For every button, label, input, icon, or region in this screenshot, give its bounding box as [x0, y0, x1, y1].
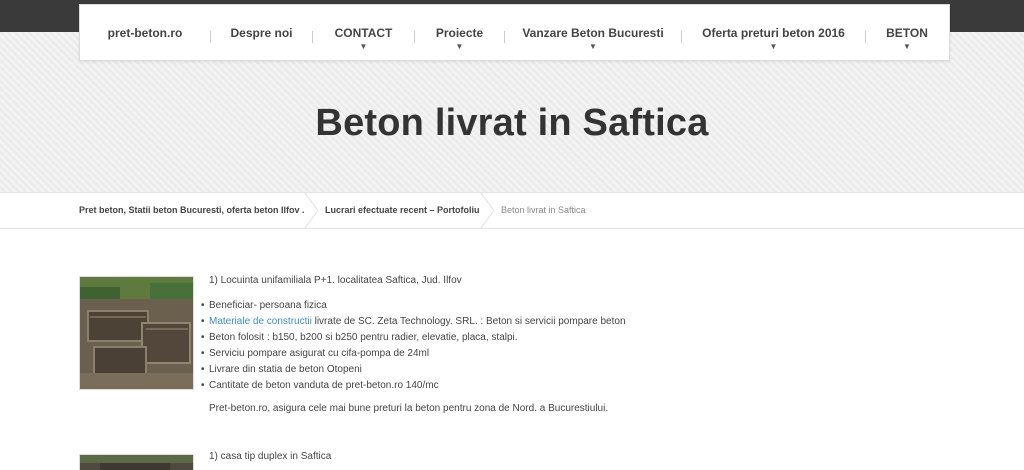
nav-item-label: CONTACT [334, 26, 393, 40]
nav-item-contact[interactable]: CONTACT ▼ [313, 5, 414, 60]
nav-item-label: BETON [886, 26, 928, 40]
breadcrumb: Pret beton, Statii beton Bucuresti, ofer… [0, 192, 1024, 229]
main-navigation: pret-beton.ro Despre noi CONTACT ▼ Proie… [79, 4, 950, 61]
breadcrumb-item-home[interactable]: Pret beton, Statii beton Bucuresti, ofer… [79, 205, 305, 215]
project-photo[interactable] [79, 276, 194, 390]
nav-item-label: Proiecte [435, 26, 484, 40]
nav-item-proiecte[interactable]: Proiecte ▼ [415, 5, 504, 60]
nav-item-home[interactable]: pret-beton.ro [80, 5, 210, 60]
list-item: Beneficiar- persoana fizica [201, 299, 626, 315]
list-item: Livrare din statia de beton Otopeni [201, 363, 626, 379]
list-item: Materiale de constructii livrate de SC. … [201, 315, 626, 331]
breadcrumb-separator-icon [303, 192, 319, 229]
nav-item-oferta-preturi[interactable]: Oferta preturi beton 2016 ▼ [682, 5, 865, 60]
materiale-constructii-link[interactable]: Materiale de constructii [209, 316, 312, 327]
list-item-text: Beton folosit : b150, b200 si b250 pentr… [209, 332, 518, 343]
project-heading: 1) Locuinta unifamiliala P+1. localitate… [209, 275, 462, 286]
nav-item-label: Vanzare Beton Bucuresti [522, 26, 664, 40]
project-details-list: Beneficiar- persoana fizica Materiale de… [201, 299, 626, 395]
chevron-down-icon: ▼ [589, 42, 597, 51]
breadcrumb-item-current: Beton livrat in Saftica [501, 205, 586, 215]
list-item: Serviciu pompare asigurat cu cifa-pompa … [201, 347, 626, 363]
chevron-down-icon: ▼ [903, 42, 911, 51]
page-title: Beton livrat in Saftica [315, 102, 709, 144]
construction-site-image [80, 277, 193, 389]
breadcrumb-separator-icon [479, 192, 495, 229]
chevron-down-icon: ▼ [455, 42, 464, 51]
list-item-text: Beneficiar- persoana fizica [209, 300, 327, 311]
list-item-text: Serviciu pompare asigurat cu cifa-pompa … [209, 348, 430, 359]
construction-site-image [80, 455, 193, 470]
list-item: Beton folosit : b150, b200 si b250 pentr… [201, 331, 626, 347]
list-item: Cantitate de beton vanduta de pret-beton… [201, 379, 626, 395]
chevron-down-icon: ▼ [769, 42, 778, 51]
breadcrumb-item-portofoliu[interactable]: Lucrari efectuate recent – Portofoliu [325, 205, 480, 215]
project-heading: 1) casa tip duplex in Saftica [209, 451, 332, 462]
nav-item-despre-noi[interactable]: Despre noi [211, 5, 312, 60]
chevron-down-icon: ▼ [359, 42, 368, 51]
nav-item-vanzare-beton[interactable]: Vanzare Beton Bucuresti ▼ [505, 5, 681, 60]
project-photo[interactable] [79, 454, 194, 470]
project-footer-text: Pret-beton.ro, asigura cele mai bune pre… [209, 403, 609, 414]
nav-item-label: Despre noi [230, 26, 293, 40]
list-item-text: livrate de SC. Zeta Technology. SRL. : B… [311, 316, 626, 327]
list-item-text: Livrare din statia de beton Otopeni [209, 364, 362, 375]
nav-item-label: Oferta preturi beton 2016 [702, 26, 845, 40]
list-item-text: Cantitate de beton vanduta de pret-beton… [209, 380, 439, 391]
nav-item-beton[interactable]: BETON ▼ [866, 5, 948, 60]
nav-item-label: pret-beton.ro [107, 26, 183, 40]
